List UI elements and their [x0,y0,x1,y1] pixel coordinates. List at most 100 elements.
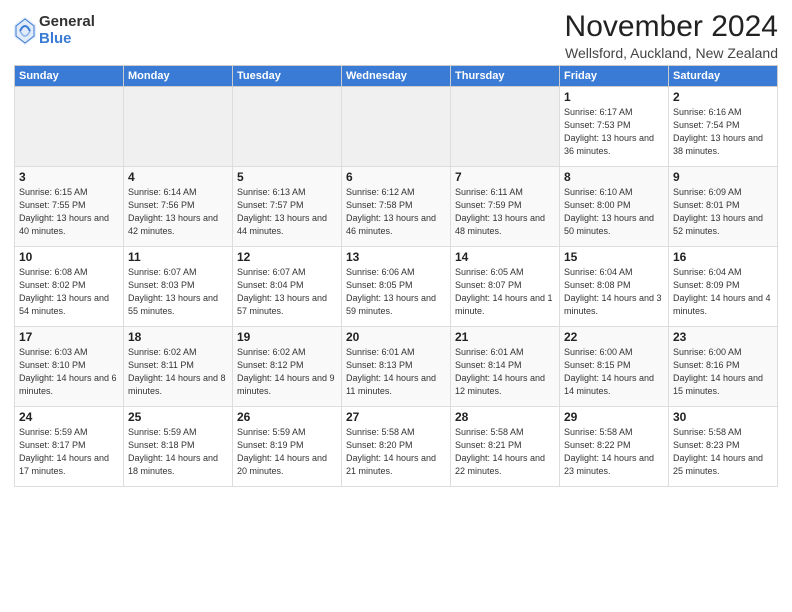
day-info: Sunrise: 6:16 AM Sunset: 7:54 PM Dayligh… [673,106,773,158]
calendar-cell: 23Sunrise: 6:00 AM Sunset: 8:16 PM Dayli… [669,327,778,407]
day-info: Sunrise: 6:08 AM Sunset: 8:02 PM Dayligh… [19,266,119,318]
day-info: Sunrise: 6:09 AM Sunset: 8:01 PM Dayligh… [673,186,773,238]
day-number: 19 [237,330,337,344]
logo-general-text: General [39,14,95,31]
calendar-cell: 16Sunrise: 6:04 AM Sunset: 8:09 PM Dayli… [669,247,778,327]
calendar-cell: 25 Sunrise: 5:59 AM Sunset: 8:18 PM Dayli… [124,407,233,487]
page-container: General Blue November 2024 Wellsford, Au… [0,0,792,495]
day-number: 1 [564,90,664,104]
location-text: Wellsford, Auckland, New Zealand [565,45,778,61]
day-info: Sunrise: 5:58 AM Sunset: 8:21 PM Dayligh… [455,426,555,478]
col-saturday: Saturday [669,66,778,87]
day-number: 8 [564,170,664,184]
calendar-cell [342,87,451,167]
col-sunday: Sunday [15,66,124,87]
day-number: 24 [19,410,119,424]
logo: General Blue [14,14,95,47]
day-number: 14 [455,250,555,264]
day-number: 11 [128,250,228,264]
day-info: Sunrise: 6:03 AM Sunset: 8:10 PM Dayligh… [19,346,119,398]
title-block: November 2024 Wellsford, Auckland, New Z… [565,10,778,61]
day-info: Sunrise: 6:14 AM Sunset: 7:56 PM Dayligh… [128,186,228,238]
calendar-week-1: 1Sunrise: 6:17 AM Sunset: 7:53 PM Daylig… [15,87,778,167]
calendar-cell: 19 Sunrise: 6:02 AM Sunset: 8:12 PM Dayli… [233,327,342,407]
day-info: Sunrise: 6:05 AM Sunset: 8:07 PM Dayligh… [455,266,555,318]
col-wednesday: Wednesday [342,66,451,87]
calendar-cell: 11 Sunrise: 6:07 AM Sunset: 8:03 PM Dayli… [124,247,233,327]
calendar-cell: 22 Sunrise: 6:00 AM Sunset: 8:15 PM Dayli… [560,327,669,407]
month-title: November 2024 [565,10,778,43]
day-number: 18 [128,330,228,344]
col-tuesday: Tuesday [233,66,342,87]
col-friday: Friday [560,66,669,87]
day-number: 3 [19,170,119,184]
day-number: 16 [673,250,773,264]
day-number: 5 [237,170,337,184]
day-number: 13 [346,250,446,264]
calendar-cell [451,87,560,167]
col-thursday: Thursday [451,66,560,87]
calendar-header: Sunday Monday Tuesday Wednesday Thursday… [15,66,778,87]
calendar-cell: 12 Sunrise: 6:07 AM Sunset: 8:04 PM Dayli… [233,247,342,327]
header: General Blue November 2024 Wellsford, Au… [14,10,778,61]
day-info: Sunrise: 5:59 AM Sunset: 8:17 PM Dayligh… [19,426,119,478]
header-row: Sunday Monday Tuesday Wednesday Thursday… [15,66,778,87]
day-info: Sunrise: 6:04 AM Sunset: 8:08 PM Dayligh… [564,266,664,318]
day-number: 2 [673,90,773,104]
day-info: Sunrise: 6:06 AM Sunset: 8:05 PM Dayligh… [346,266,446,318]
day-number: 23 [673,330,773,344]
calendar-cell: 18 Sunrise: 6:02 AM Sunset: 8:11 PM Dayli… [124,327,233,407]
day-number: 6 [346,170,446,184]
day-info: Sunrise: 6:13 AM Sunset: 7:57 PM Dayligh… [237,186,337,238]
day-number: 10 [19,250,119,264]
calendar-cell: 10 Sunrise: 6:08 AM Sunset: 8:02 PM Dayli… [15,247,124,327]
day-info: Sunrise: 6:10 AM Sunset: 8:00 PM Dayligh… [564,186,664,238]
calendar-cell: 14 Sunrise: 6:05 AM Sunset: 8:07 PM Dayli… [451,247,560,327]
calendar-cell: 5 Sunrise: 6:13 AM Sunset: 7:57 PM Daylig… [233,167,342,247]
calendar-table: Sunday Monday Tuesday Wednesday Thursday… [14,65,778,487]
calendar-cell: 28 Sunrise: 5:58 AM Sunset: 8:21 PM Dayli… [451,407,560,487]
calendar-cell: 15Sunrise: 6:04 AM Sunset: 8:08 PM Dayli… [560,247,669,327]
day-info: Sunrise: 6:07 AM Sunset: 8:03 PM Dayligh… [128,266,228,318]
calendar-week-3: 10 Sunrise: 6:08 AM Sunset: 8:02 PM Dayli… [15,247,778,327]
calendar-week-4: 17 Sunrise: 6:03 AM Sunset: 8:10 PM Dayli… [15,327,778,407]
day-number: 20 [346,330,446,344]
day-number: 22 [564,330,664,344]
day-info: Sunrise: 5:58 AM Sunset: 8:22 PM Dayligh… [564,426,664,478]
calendar-cell: 27Sunrise: 5:58 AM Sunset: 8:20 PM Dayli… [342,407,451,487]
col-monday: Monday [124,66,233,87]
logo-blue-text: Blue [39,31,95,48]
day-info: Sunrise: 6:01 AM Sunset: 8:14 PM Dayligh… [455,346,555,398]
calendar-body: 1Sunrise: 6:17 AM Sunset: 7:53 PM Daylig… [15,87,778,487]
calendar-cell: 17 Sunrise: 6:03 AM Sunset: 8:10 PM Dayli… [15,327,124,407]
day-info: Sunrise: 5:59 AM Sunset: 8:18 PM Dayligh… [128,426,228,478]
calendar-week-5: 24 Sunrise: 5:59 AM Sunset: 8:17 PM Dayli… [15,407,778,487]
day-number: 25 [128,410,228,424]
day-info: Sunrise: 6:02 AM Sunset: 8:12 PM Dayligh… [237,346,337,398]
day-info: Sunrise: 6:07 AM Sunset: 8:04 PM Dayligh… [237,266,337,318]
day-number: 29 [564,410,664,424]
day-info: Sunrise: 6:12 AM Sunset: 7:58 PM Dayligh… [346,186,446,238]
calendar-cell: 29 Sunrise: 5:58 AM Sunset: 8:22 PM Dayli… [560,407,669,487]
day-info: Sunrise: 6:15 AM Sunset: 7:55 PM Dayligh… [19,186,119,238]
calendar-cell: 4Sunrise: 6:14 AM Sunset: 7:56 PM Daylig… [124,167,233,247]
day-number: 7 [455,170,555,184]
day-number: 12 [237,250,337,264]
day-number: 28 [455,410,555,424]
day-info: Sunrise: 6:00 AM Sunset: 8:15 PM Dayligh… [564,346,664,398]
logo-text: General Blue [39,14,95,47]
day-info: Sunrise: 5:58 AM Sunset: 8:23 PM Dayligh… [673,426,773,478]
calendar-cell: 2 Sunrise: 6:16 AM Sunset: 7:54 PM Daylig… [669,87,778,167]
calendar-cell: 9 Sunrise: 6:09 AM Sunset: 8:01 PM Daylig… [669,167,778,247]
day-number: 30 [673,410,773,424]
calendar-cell: 6 Sunrise: 6:12 AM Sunset: 7:58 PM Daylig… [342,167,451,247]
calendar-cell [124,87,233,167]
calendar-cell: 21 Sunrise: 6:01 AM Sunset: 8:14 PM Dayli… [451,327,560,407]
day-number: 9 [673,170,773,184]
day-number: 21 [455,330,555,344]
calendar-cell: 8 Sunrise: 6:10 AM Sunset: 8:00 PM Daylig… [560,167,669,247]
calendar-cell [233,87,342,167]
calendar-cell: 26Sunrise: 5:59 AM Sunset: 8:19 PM Dayli… [233,407,342,487]
day-info: Sunrise: 6:02 AM Sunset: 8:11 PM Dayligh… [128,346,228,398]
day-number: 17 [19,330,119,344]
